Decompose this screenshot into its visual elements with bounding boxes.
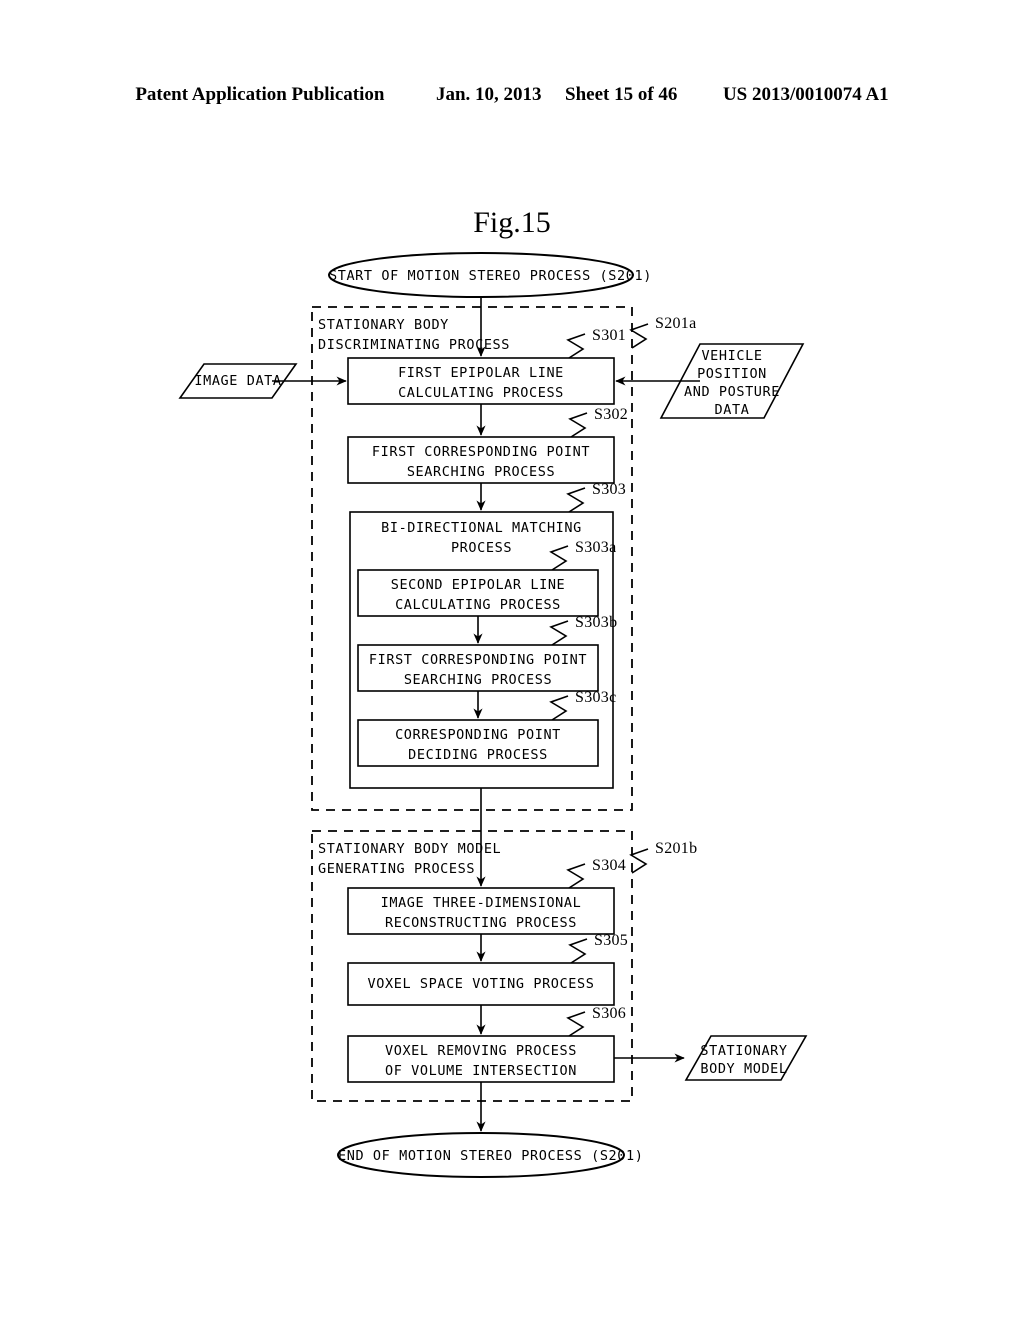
reference-label-s301: S301	[592, 327, 627, 344]
reference-label-s302: S302	[594, 406, 629, 423]
leader-line-s201a	[629, 323, 649, 349]
leader-line-s301	[566, 333, 586, 359]
leader-line-s304	[566, 863, 586, 889]
step-label-s303a: SECOND EPIPOLAR LINE CALCULATING PROCESS	[390, 577, 566, 613]
step-label-s301: FIRST EPIPOLAR LINE CALCULATING PROCESS	[398, 365, 564, 401]
leader-line-s302	[568, 412, 588, 438]
leader-line-s305	[568, 938, 588, 964]
reference-label-s303a: S303a	[575, 539, 617, 556]
group-label-stationary-body-discriminating: STATIONARY BODY DISCRIMINATING PROCESS	[318, 317, 511, 353]
reference-label-s303c: S303c	[575, 689, 617, 706]
reference-label-s201b: S201b	[655, 840, 698, 857]
group-label-stationary-body-model-generating: STATIONARY BODY MODEL GENERATING PROCESS	[318, 841, 502, 877]
step-label-s305: VOXEL SPACE VOTING PROCESS	[367, 976, 595, 992]
reference-label-s201a: S201a	[655, 315, 697, 332]
leader-line-s303b	[549, 620, 569, 646]
leader-line-s306	[566, 1011, 586, 1037]
reference-label-s306: S306	[592, 1005, 627, 1022]
data-node-label-vehicle-position-posture-data: VEHICLE POSITION AND POSTURE DATA	[683, 348, 780, 418]
leader-line-s303	[566, 487, 586, 513]
step-label-s303b: FIRST CORRESPONDING POINT SEARCHING PROC…	[368, 652, 588, 688]
step-label-s306: VOXEL REMOVING PROCESS OF VOLUME INTERSE…	[384, 1043, 577, 1079]
step-label-s304: IMAGE THREE-DIMENSIONAL RECONSTRUCTING P…	[380, 895, 582, 931]
reference-label-s303b: S303b	[575, 614, 618, 631]
data-node-label-image-data: IMAGE DATA	[194, 373, 282, 389]
reference-label-s304: S304	[592, 857, 627, 874]
leader-line-s201b	[629, 848, 649, 874]
step-label-s302: FIRST CORRESPONDING POINT SEARCHING PROC…	[371, 444, 591, 480]
reference-label-s305: S305	[594, 932, 629, 949]
step-label-s303c: CORRESPONDING POINT DECIDING PROCESS	[395, 727, 561, 763]
leader-line-s303c	[549, 695, 569, 721]
start-terminal-label: START OF MOTION STEREO PROCESS (S201)	[329, 268, 652, 284]
step-label-s303: BI-DIRECTIONAL MATCHING PROCESS	[381, 520, 582, 556]
reference-label-s303: S303	[592, 481, 627, 498]
end-terminal-label: END OF MOTION STEREO PROCESS (S201)	[338, 1148, 644, 1164]
data-node-label-stationary-body-model: STATIONARY BODY MODEL	[700, 1043, 788, 1077]
